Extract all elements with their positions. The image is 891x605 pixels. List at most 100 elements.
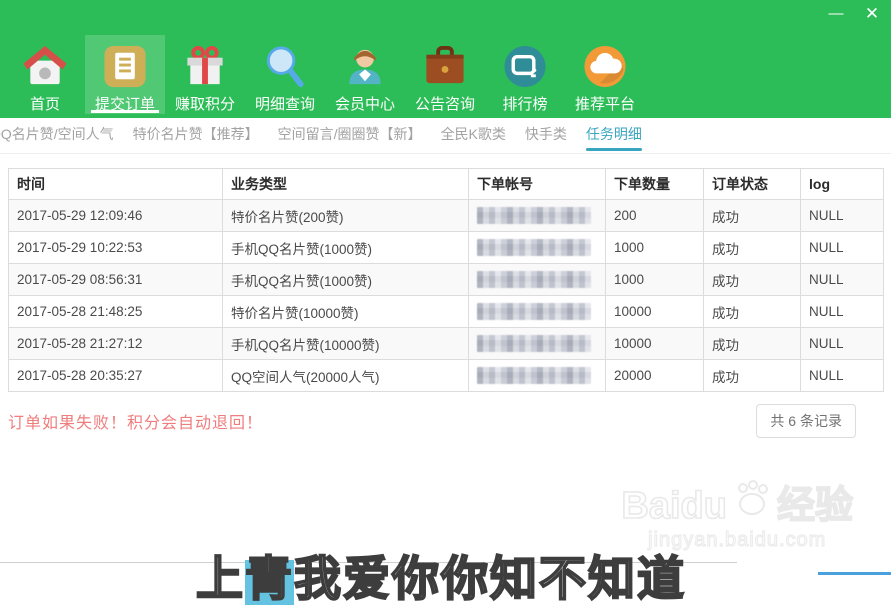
cell-log: NULL xyxy=(801,296,884,328)
cell-time: 2017-05-29 12:09:46 xyxy=(9,200,223,232)
cell-quantity: 1000 xyxy=(606,232,704,264)
cell-time: 2017-05-28 21:48:25 xyxy=(9,296,223,328)
nav-item-earn-points[interactable]: 赚取积分 xyxy=(165,35,245,114)
window-controls: — ✕ xyxy=(823,2,885,26)
cell-time: 2017-05-28 21:27:12 xyxy=(9,328,223,360)
watermark-url: jingyan.baidu.com xyxy=(621,529,853,552)
close-button[interactable]: ✕ xyxy=(859,2,885,26)
cell-log: NULL xyxy=(801,360,884,392)
column-header-time: 时间 xyxy=(9,169,223,200)
member-icon xyxy=(341,43,389,90)
minimize-button[interactable]: — xyxy=(823,2,849,26)
nav-item-rankings[interactable]: 排行榜 xyxy=(485,35,565,114)
table-row: 2017-05-28 20:35:27 QQ空间人气(20000人气) 2000… xyxy=(9,360,884,392)
nav-item-submit-order[interactable]: 提交订单 xyxy=(85,35,165,114)
cell-account xyxy=(469,200,606,232)
cell-account xyxy=(469,232,606,264)
column-header-log: log xyxy=(801,169,884,200)
tab-qq-card-likes[interactable]: QQ名片赞/空间人气 xyxy=(0,118,114,154)
cell-status: 成功 xyxy=(704,264,801,296)
column-header-account: 下单帐号 xyxy=(469,169,606,200)
cell-account xyxy=(469,360,606,392)
table-header-row: 时间 业务类型 下单帐号 下单数量 订单状态 log xyxy=(9,169,884,200)
cell-status: 成功 xyxy=(704,200,801,232)
table-row: 2017-05-29 08:56:31 手机QQ名片赞(1000赞) 1000 … xyxy=(9,264,884,296)
cell-quantity: 10000 xyxy=(606,328,704,360)
cell-quantity: 1000 xyxy=(606,264,704,296)
footer-progress-line xyxy=(818,572,891,575)
orders-table-container: 时间 业务类型 下单帐号 下单数量 订单状态 log 2017-05-29 12… xyxy=(8,168,884,392)
tab-task-details[interactable]: 任务明细 xyxy=(586,118,642,154)
cell-log: NULL xyxy=(801,200,884,232)
table-row: 2017-05-29 12:09:46 特价名片赞(200赞) 200 成功 N… xyxy=(9,200,884,232)
footer-text-highlighted: 青 xyxy=(245,552,294,605)
cell-status: 成功 xyxy=(704,296,801,328)
cell-time: 2017-05-29 10:22:53 xyxy=(9,232,223,264)
ranking-icon xyxy=(501,43,549,90)
cell-quantity: 200 xyxy=(606,200,704,232)
nav-item-announcements[interactable]: 公告咨询 xyxy=(405,35,485,114)
cell-type: 特价名片赞(10000赞) xyxy=(223,296,469,328)
cloud-icon xyxy=(581,43,629,90)
column-header-quantity: 下单数量 xyxy=(606,169,704,200)
cell-account xyxy=(469,328,606,360)
record-count-badge: 共 6 条记录 xyxy=(756,404,856,438)
cell-time: 2017-05-29 08:56:31 xyxy=(9,264,223,296)
nav-item-label: 提交订单 xyxy=(95,93,155,114)
nav-item-member-center[interactable]: 会员中心 xyxy=(325,35,405,114)
nav-item-platform[interactable]: 推荐平台 xyxy=(565,35,645,114)
notice-row: 订单如果失败！积分会自动退回！ 共 6 条记录 xyxy=(8,404,856,438)
watermark-brand: Baidu 经验 xyxy=(621,487,853,525)
account-mask xyxy=(477,207,591,224)
footer-big-text: 上青我爱你你知不知道 xyxy=(196,554,686,603)
orders-table: 时间 业务类型 下单帐号 下单数量 订单状态 log 2017-05-29 12… xyxy=(8,168,884,392)
nav-item-label: 推荐平台 xyxy=(575,93,635,114)
tab-karaoke[interactable]: 全民K歌类 xyxy=(441,118,506,154)
cell-status: 成功 xyxy=(704,232,801,264)
account-mask xyxy=(477,335,591,352)
nav-item-label: 排行榜 xyxy=(502,93,547,114)
tab-bar: QQ名片赞/空间人气 特价名片赞【推荐】 空间留言/圈圈赞【新】 全民K歌类 快… xyxy=(0,118,891,154)
table-row: 2017-05-29 10:22:53 手机QQ名片赞(1000赞) 1000 … xyxy=(9,232,884,264)
nav-item-label: 明细查询 xyxy=(255,93,315,114)
paw-print-icon xyxy=(731,480,773,522)
cell-status: 成功 xyxy=(704,328,801,360)
cell-account xyxy=(469,264,606,296)
order-doc-icon xyxy=(101,43,149,90)
magnifier-icon xyxy=(261,43,309,90)
nav-item-label: 公告咨询 xyxy=(415,93,475,114)
cell-quantity: 10000 xyxy=(606,296,704,328)
nav-item-label: 会员中心 xyxy=(335,93,395,114)
cell-quantity: 20000 xyxy=(606,360,704,392)
baidu-jingyan-watermark: Baidu 经验 jingyan.baidu.com xyxy=(621,487,853,552)
account-mask xyxy=(477,303,591,320)
account-mask xyxy=(477,239,591,256)
nav-item-label: 赚取积分 xyxy=(175,93,235,114)
tab-kuaishou[interactable]: 快手类 xyxy=(525,118,567,154)
cell-type: 手机QQ名片赞(10000赞) xyxy=(223,328,469,360)
main-nav: 首页 提交订单 赚取积分 xyxy=(5,35,645,114)
cell-type: QQ空间人气(20000人气) xyxy=(223,360,469,392)
nav-item-detail-query[interactable]: 明细查询 xyxy=(245,35,325,114)
nav-item-label: 首页 xyxy=(30,93,60,114)
cell-log: NULL xyxy=(801,264,884,296)
tab-special-card-likes[interactable]: 特价名片赞【推荐】 xyxy=(133,118,259,154)
cell-type: 特价名片赞(200赞) xyxy=(223,200,469,232)
table-row: 2017-05-28 21:48:25 特价名片赞(10000赞) 10000 … xyxy=(9,296,884,328)
tab-space-messages[interactable]: 空间留言/圈圈赞【新】 xyxy=(278,118,422,154)
titlebar: — ✕ 首页 提交订单 xyxy=(0,0,891,118)
watermark-brand-cn: 经验 xyxy=(777,487,853,525)
column-header-type: 业务类型 xyxy=(223,169,469,200)
account-mask xyxy=(477,271,591,288)
cell-status: 成功 xyxy=(704,360,801,392)
briefcase-icon xyxy=(421,43,469,90)
nav-item-home[interactable]: 首页 xyxy=(5,35,85,114)
cell-type: 手机QQ名片赞(1000赞) xyxy=(223,232,469,264)
cell-time: 2017-05-28 20:35:27 xyxy=(9,360,223,392)
cell-log: NULL xyxy=(801,232,884,264)
column-header-status: 订单状态 xyxy=(704,169,801,200)
cell-type: 手机QQ名片赞(1000赞) xyxy=(223,264,469,296)
watermark-brand-latin: Baidu xyxy=(621,487,727,525)
cell-account xyxy=(469,296,606,328)
gift-icon xyxy=(181,43,229,90)
